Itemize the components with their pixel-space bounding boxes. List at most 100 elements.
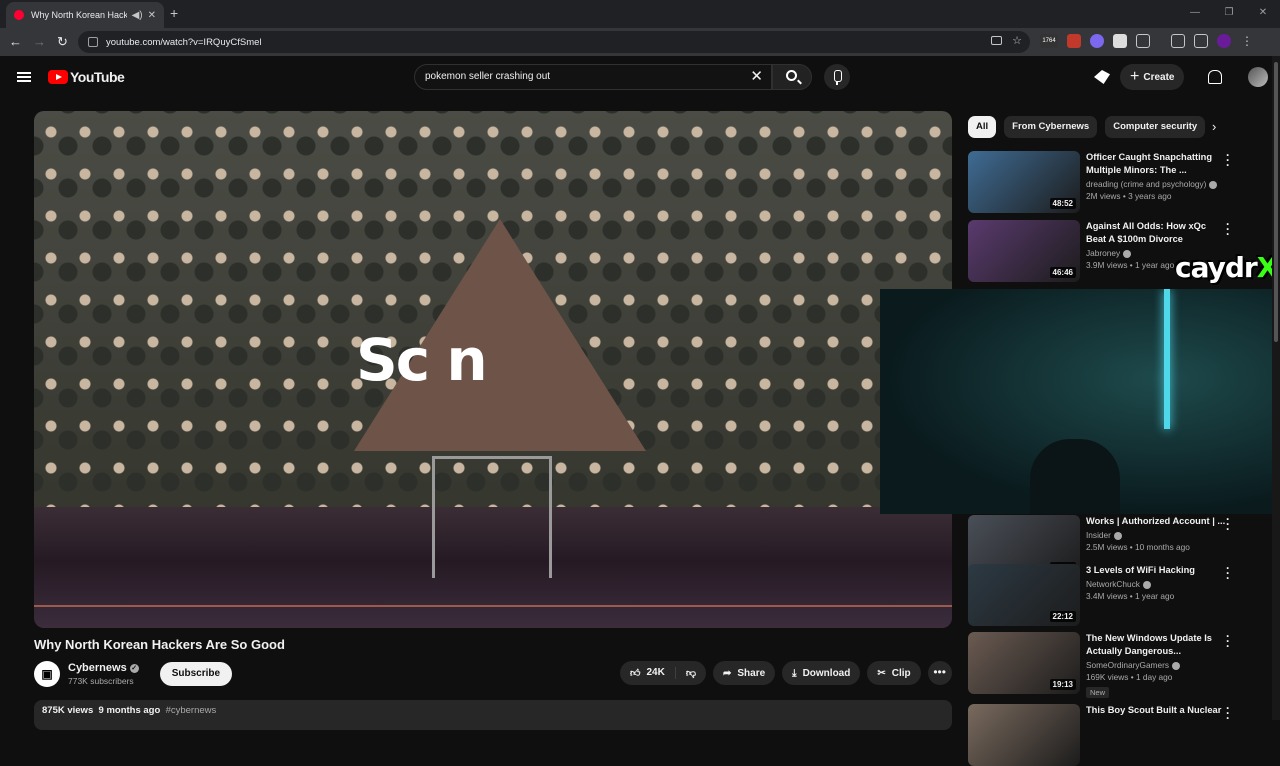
- more-options-icon[interactable]: · · ·: [1226, 513, 1230, 535]
- recommendation-channel[interactable]: Jabroney: [1086, 248, 1120, 258]
- extension-diamond-icon[interactable]: [1113, 34, 1127, 48]
- recommendation-channel[interactable]: Insider: [1086, 530, 1111, 540]
- more-options-icon[interactable]: · · ·: [1226, 702, 1230, 724]
- webcam-overlay: [880, 289, 1280, 514]
- cast-icon[interactable]: [991, 36, 1002, 45]
- more-options-icon[interactable]: · · ·: [1226, 562, 1230, 584]
- share-button[interactable]: ➦ Share: [712, 661, 776, 685]
- filter-chips: All From Cybernews Computer security: [968, 116, 1206, 138]
- recommendation-title[interactable]: This Boy Scout Built a Nuclear: [1086, 704, 1226, 717]
- extension-purple-icon[interactable]: [1090, 34, 1104, 48]
- recommendation-thumbnail[interactable]: 48:52: [968, 151, 1080, 213]
- thumbs-up-icon: 👍︎: [630, 668, 641, 679]
- profile-avatar-icon[interactable]: [1217, 34, 1231, 48]
- site-info-icon[interactable]: [88, 37, 98, 47]
- verified-icon: [1123, 249, 1132, 258]
- recommendation-title[interactable]: The New Windows Update Is Actually Dange…: [1086, 632, 1226, 658]
- dislike-button[interactable]: 👎︎: [676, 667, 706, 679]
- extensions-puzzle-icon[interactable]: [1136, 34, 1150, 48]
- recommendation-item[interactable]: This Boy Scout Built a Nuclear · · ·: [968, 702, 1268, 766]
- video-player[interactable]: Sc n: [34, 111, 952, 628]
- notifications-bell-icon[interactable]: [1208, 70, 1223, 84]
- close-tab-icon[interactable]: ✕: [148, 10, 156, 21]
- recommendation-thumbnail[interactable]: 22:12: [968, 564, 1080, 626]
- create-button[interactable]: + Create: [1120, 64, 1185, 90]
- search-button[interactable]: [772, 64, 812, 90]
- streamer-logo: caydrX: [1175, 251, 1278, 284]
- browser-menu-icon[interactable]: ⋮: [1240, 34, 1254, 48]
- chip-all[interactable]: All: [968, 116, 997, 138]
- recommendation-channel[interactable]: dreading (crime and psychology): [1086, 179, 1206, 189]
- streamer-silhouette: [1030, 439, 1120, 514]
- upload-age: 9 months ago: [98, 705, 161, 716]
- window-controls: — ❐ ✕: [1178, 0, 1280, 28]
- close-window-icon[interactable]: ✕: [1246, 0, 1280, 28]
- scrollbar-thumb[interactable]: [1274, 62, 1278, 342]
- recommendation-title[interactable]: 3 Levels of WiFi Hacking: [1086, 564, 1226, 577]
- menu-icon[interactable]: [17, 72, 31, 82]
- clear-search-icon[interactable]: ✕: [750, 65, 763, 89]
- media-controls-icon[interactable]: [1194, 34, 1208, 48]
- channel-name[interactable]: Cybernews: [68, 662, 127, 674]
- more-options-icon[interactable]: · · ·: [1226, 630, 1230, 652]
- share-icon: ➦: [722, 667, 732, 679]
- recommendation-item[interactable]: 22:12 3 Levels of WiFi Hacking NetworkChuc…: [968, 562, 1268, 626]
- channel-avatar[interactable]: ▣: [34, 661, 60, 687]
- account-avatar[interactable]: [1248, 67, 1269, 87]
- youtube-header: YouTube pokemon seller crashing out ✕ + C…: [0, 56, 1280, 98]
- chips-next-icon[interactable]: ›: [1212, 119, 1216, 134]
- browser-tab-strip: Why North Korean Hackers ◀) ✕ + — ❐ ✕: [0, 0, 1280, 28]
- reload-icon[interactable]: ↻: [57, 34, 68, 50]
- new-tab-icon[interactable]: +: [170, 5, 178, 21]
- studio-actions-icon[interactable]: [1094, 70, 1110, 84]
- speaker-icon[interactable]: ◀): [132, 10, 143, 21]
- recommendation-meta: 2M views • 3 years ago: [1086, 191, 1172, 201]
- header-actions: + Create: [1094, 64, 1269, 90]
- recommendation-thumbnail[interactable]: [968, 704, 1080, 766]
- verified-icon: ✓: [129, 663, 139, 673]
- chip-from-channel[interactable]: From Cybernews: [1004, 116, 1098, 138]
- channel-row: ▣ Cybernews ✓ 773K subscribers Subscribe: [34, 661, 233, 687]
- recommendation-channel[interactable]: SomeOrdinaryGamers: [1086, 660, 1169, 670]
- recommendation-item[interactable]: 48:52 Officer Caught Snapchatting Multipl…: [968, 149, 1268, 213]
- like-dislike-group: 👍︎ 24K 👎︎: [620, 661, 706, 685]
- recommendation-title[interactable]: Officer Caught Snapchatting Multiple Min…: [1086, 151, 1226, 177]
- recommendation-meta: 2.5M views • 10 months ago: [1086, 542, 1190, 552]
- recommendation-channel[interactable]: NetworkChuck: [1086, 579, 1140, 589]
- voice-search-icon[interactable]: [824, 64, 850, 90]
- more-options-icon[interactable]: · · ·: [1226, 149, 1230, 171]
- description-box[interactable]: 875K views 9 months ago #cybernews: [34, 700, 952, 730]
- clip-button[interactable]: ✂ Clip: [867, 661, 921, 685]
- url-bar[interactable]: youtube.com/watch?v=IRQuyCfSmel ☆: [78, 31, 1030, 53]
- page-scrollbar[interactable]: [1272, 56, 1280, 720]
- youtube-favicon-icon: [14, 10, 24, 20]
- pyramid-stand-graphic: [432, 456, 552, 578]
- subscribe-button[interactable]: Subscribe: [159, 662, 233, 686]
- recommendation-title[interactable]: Against All Odds: How xQc Beat A $100m D…: [1086, 220, 1226, 246]
- restore-icon[interactable]: ❐: [1212, 0, 1246, 28]
- recommendation-title[interactable]: Works | Authorized Account | ...: [1086, 515, 1226, 528]
- more-actions-icon[interactable]: •••: [927, 661, 952, 685]
- download-button[interactable]: ⤓ Download: [782, 661, 861, 685]
- back-icon[interactable]: ←: [9, 34, 22, 49]
- extension-counter-icon[interactable]: 1764: [1040, 34, 1058, 48]
- more-options-icon[interactable]: · · ·: [1226, 218, 1230, 240]
- recommendation-thumbnail[interactable]: 19:13: [968, 632, 1080, 694]
- hashtag-link[interactable]: #cybernews: [166, 705, 217, 716]
- extensions-area: 1764 ⋮: [1040, 34, 1254, 48]
- search-input[interactable]: pokemon seller crashing out ✕: [414, 64, 772, 90]
- youtube-logo[interactable]: YouTube: [48, 69, 125, 85]
- like-count: 24K: [646, 667, 665, 678]
- scissors-icon: ✂: [877, 667, 886, 679]
- bookmark-star-icon[interactable]: ☆: [1012, 34, 1022, 47]
- forward-icon[interactable]: →: [33, 34, 46, 49]
- extension-red-icon[interactable]: [1067, 34, 1081, 48]
- like-button[interactable]: 👍︎ 24K: [620, 667, 676, 679]
- chip-computer-security[interactable]: Computer security: [1105, 116, 1206, 138]
- recommendation-item[interactable]: 19:13 The New Windows Update Is Actually …: [968, 630, 1268, 698]
- video-overlay-text: Sc n: [356, 326, 488, 394]
- browser-tab-active[interactable]: Why North Korean Hackers ◀) ✕: [6, 2, 164, 28]
- minimize-icon[interactable]: —: [1178, 0, 1212, 28]
- recommendation-thumbnail[interactable]: 46:46: [968, 220, 1080, 282]
- sidebar-icon[interactable]: [1171, 34, 1185, 48]
